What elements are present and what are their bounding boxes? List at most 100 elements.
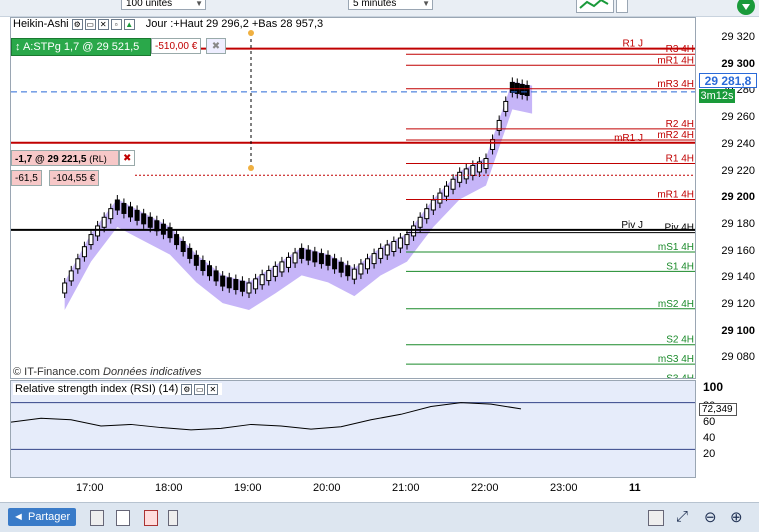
window-icon[interactable]: ▭ <box>194 383 206 395</box>
candle-body <box>286 256 291 268</box>
candle-body <box>411 225 417 237</box>
candle-body <box>450 178 456 190</box>
pivot-level-label: mS2 4H <box>658 299 694 310</box>
order-drag-icon[interactable]: ↕ <box>15 41 21 53</box>
candle-body <box>305 249 311 261</box>
price-chart[interactable]: R3 4H R1 J mR1 4H mR3 4H R2 4H mR2 4H mR1 J R1 … <box>10 17 696 379</box>
candle-body <box>246 282 252 294</box>
close-icon[interactable]: ✕ <box>97 18 109 30</box>
zoom-in-icon[interactable]: ⊕ <box>730 508 748 526</box>
position-close-icon[interactable]: ✖ <box>119 150 135 166</box>
camera-icon[interactable] <box>90 510 104 526</box>
pivot-level-label: S1 4H <box>666 261 694 272</box>
quantity-select[interactable]: 100 unités ▼ <box>121 0 206 10</box>
day-info: Jour :+Haut 29 296,2 +Bas 28 957,3 <box>145 18 324 30</box>
candle-body <box>141 213 147 225</box>
order-close-icon[interactable]: ✖ <box>206 38 226 54</box>
order-tag[interactable]: ↕ A:STPg 1,7 @ 29 521,5 <box>11 38 151 56</box>
rsi-axis[interactable]: 100 80 60 40 20 72,349 <box>697 380 759 478</box>
chart-style-label: Heikin-Ashi <box>13 18 69 30</box>
period-select[interactable]: 5 minutes ▼ <box>348 0 433 10</box>
position-tag[interactable]: -1,7 @ 29 221,5 (RL) <box>11 150 119 166</box>
candle-body <box>437 192 443 204</box>
rsi-current-value: 72,349 <box>699 403 737 416</box>
candle-body <box>207 265 212 277</box>
close-icon[interactable]: ✕ <box>207 383 219 395</box>
rsi-tick: 60 <box>703 416 716 428</box>
candle-body <box>62 282 68 294</box>
pivot-level-label: mS1 4H <box>658 242 694 253</box>
order-label: A:STPg 1,7 @ 29 521,5 <box>22 41 140 53</box>
rsi-line <box>11 402 522 431</box>
rsi-tick: 40 <box>703 432 716 444</box>
candle-body <box>200 260 206 272</box>
zoom-fit-icon[interactable]: ⤢ <box>676 508 694 526</box>
price-tick: 29 240 <box>721 137 755 150</box>
position-points: -61,5 <box>11 170 42 186</box>
cloud-band <box>64 81 533 310</box>
minimize-icon[interactable]: ▫ <box>110 18 122 30</box>
candle-body <box>114 199 120 211</box>
add-indicator-icon[interactable] <box>737 0 755 15</box>
share-button[interactable]: ◄ Partager <box>8 508 77 526</box>
time-tick: 23:00 <box>550 482 578 494</box>
current-price-badge: 29 281,8 <box>699 73 757 88</box>
pivot-level-label: Piv J <box>621 220 643 231</box>
candle-body <box>88 234 94 246</box>
candle-body <box>378 247 384 259</box>
candle-body <box>75 258 81 270</box>
price-chart-canvas[interactable]: R3 4H R1 J mR1 4H mR3 4H R2 4HmR2 4H mR1 J R1 … <box>11 18 696 379</box>
price-tick: 29 200 <box>721 191 755 204</box>
rsi-panel[interactable]: Relative strength index (RSI) (14) ⚙ ▭ ✕ <box>10 380 696 478</box>
time-axis[interactable]: 17:00 18:00 19:00 20:00 21:00 22:00 23:00 11 <box>10 479 696 499</box>
settings-icon[interactable]: ⚙ <box>71 18 83 30</box>
candle-body <box>318 253 324 265</box>
time-tick: 22:00 <box>471 482 499 494</box>
pivot-level-label: R1 J <box>622 39 643 50</box>
measure-handle[interactable] <box>248 30 254 36</box>
price-tick: 29 120 <box>721 298 755 310</box>
candle-body <box>404 234 410 246</box>
arrow-up-icon[interactable]: ▲ <box>123 18 135 30</box>
candle-body <box>470 164 476 176</box>
scroll-left-icon[interactable] <box>168 510 178 526</box>
chart-type-dropdown[interactable] <box>616 0 628 13</box>
alert-icon[interactable] <box>144 510 158 526</box>
settings-icon[interactable]: ⚙ <box>181 383 193 395</box>
pivot-level-label: mR1 4H <box>657 55 694 66</box>
grid-icon[interactable] <box>116 510 130 526</box>
candle-body <box>332 258 338 270</box>
rsi-tick: 20 <box>703 448 716 460</box>
measure-handle[interactable] <box>248 165 254 171</box>
chart-type-button[interactable] <box>576 0 614 13</box>
share-label: Partager <box>28 511 71 523</box>
candle-body <box>391 241 397 252</box>
watermark: © IT-Finance.com Données indicatives <box>13 366 201 378</box>
pivot-level-label: mS3 4H <box>658 354 694 365</box>
candle-body <box>397 237 403 249</box>
candle-body <box>424 208 430 220</box>
price-axis[interactable]: 29 320 29 300 29 280 29 260 29 240 29 220 29 2… <box>697 17 759 379</box>
candle-body <box>128 206 133 218</box>
zoom-out-icon[interactable]: ⊖ <box>704 508 722 526</box>
candle-body <box>338 261 344 273</box>
candle-body <box>444 185 449 197</box>
candle-body <box>463 168 469 180</box>
position-label: -1,7 @ 29 221,5 <box>15 154 87 165</box>
window-icon[interactable]: ▭ <box>84 18 96 30</box>
position-pnl: -104,55 € <box>49 170 100 186</box>
candle-body <box>351 268 357 280</box>
price-tick: 29 320 <box>721 31 755 43</box>
rsi-title: Relative strength index (RSI) (14) <box>15 383 179 395</box>
price-tick: 29 160 <box>721 244 755 257</box>
candle-body <box>519 83 525 95</box>
watermark-brand: © IT-Finance.com <box>13 366 100 378</box>
candle-body <box>457 171 463 183</box>
candle-body <box>213 270 219 282</box>
quantity-value: 100 unités <box>126 0 173 9</box>
candle-body <box>95 225 101 237</box>
wrench-icon[interactable] <box>648 510 664 526</box>
rsi-canvas[interactable] <box>11 381 696 478</box>
candle-body <box>108 208 114 220</box>
price-tick: 29 100 <box>721 324 755 337</box>
